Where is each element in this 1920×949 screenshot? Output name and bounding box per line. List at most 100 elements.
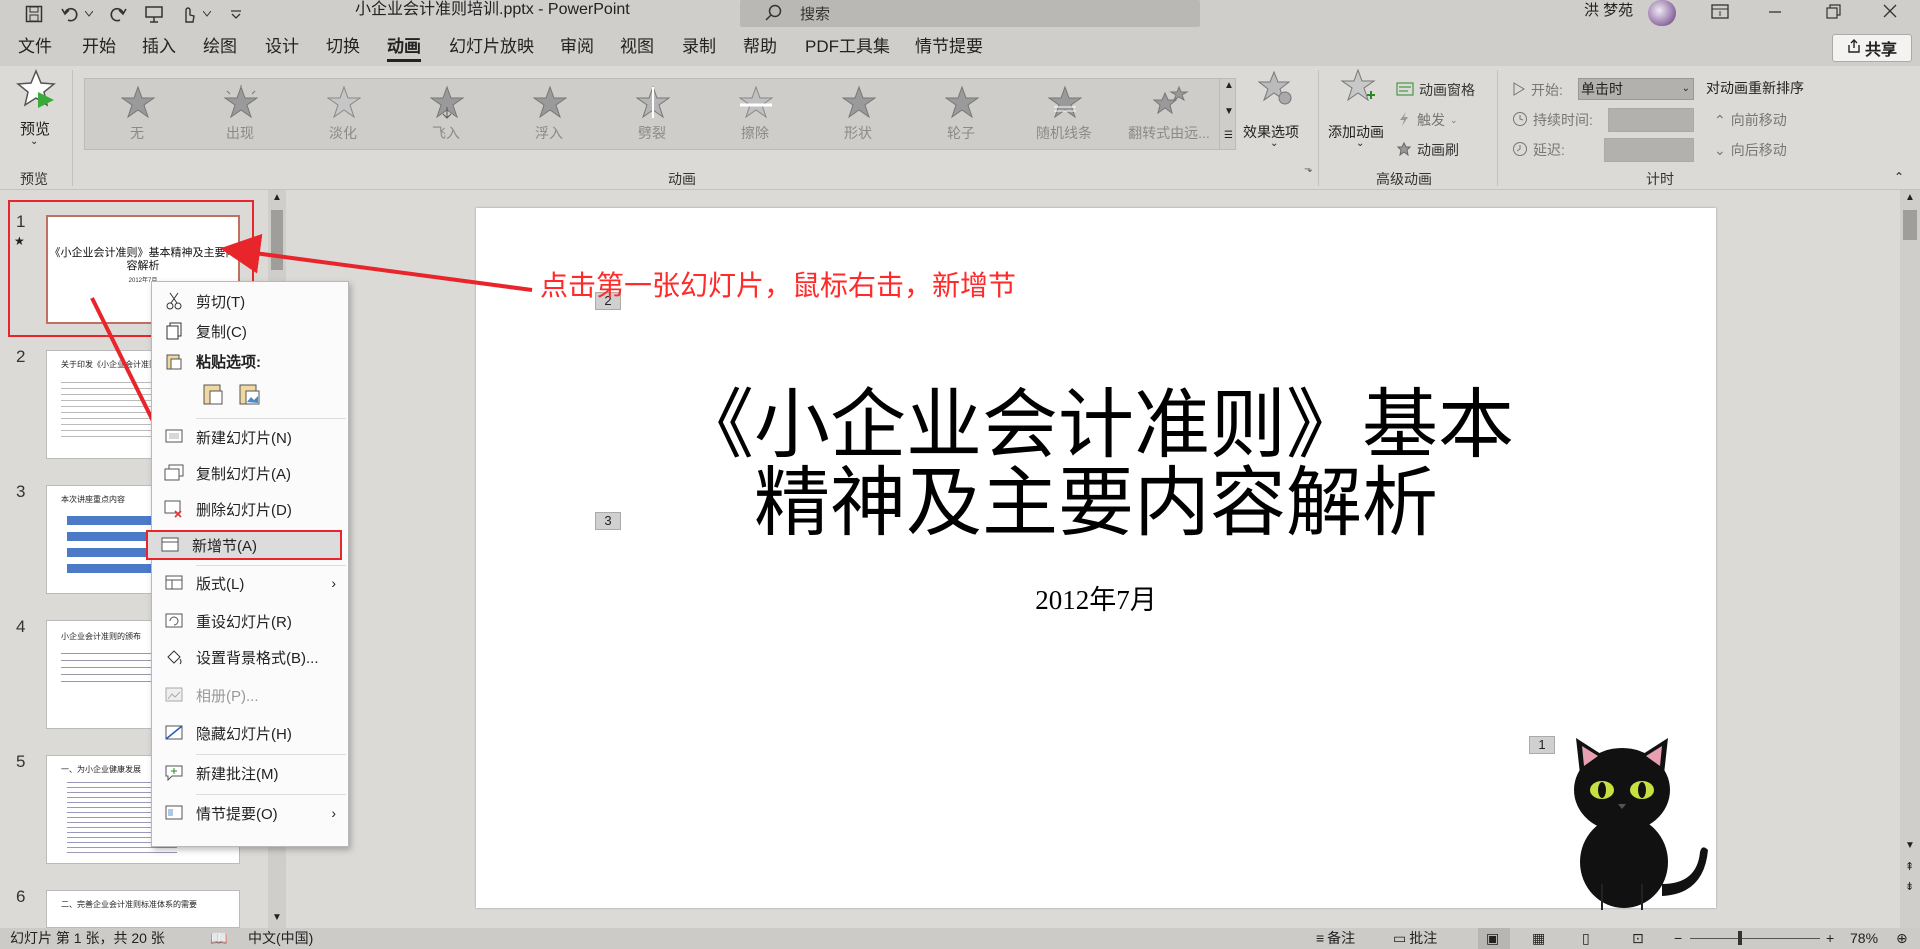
save-icon[interactable] <box>20 2 48 26</box>
slide-sorter-icon[interactable]: ▦ <box>1532 928 1545 949</box>
tab-storyboard[interactable]: 情节提要 <box>915 28 983 66</box>
zoom-slider[interactable] <box>1690 938 1820 939</box>
delete-slide-icon <box>152 500 196 518</box>
duration-spinner[interactable] <box>1608 108 1694 132</box>
menu-separator <box>196 794 346 795</box>
anim-grow-turn[interactable]: 翻转式由远... <box>1117 79 1221 147</box>
menu-photo-album[interactable]: 相册(P)... <box>152 680 348 710</box>
preview-button[interactable]: 预览 ⌄ <box>10 66 62 160</box>
menu-layout[interactable]: 版式(L) › <box>152 568 348 598</box>
spell-check-icon[interactable]: 📖 <box>210 928 227 949</box>
tab-help[interactable]: 帮助 <box>743 28 777 66</box>
paste-options-label: 粘贴选项: <box>196 353 261 371</box>
menu-hide-slide[interactable]: 隐藏幻灯片(H) <box>152 718 348 748</box>
tab-home[interactable]: 开始 <box>82 28 116 66</box>
tab-slideshow[interactable]: 幻灯片放映 <box>449 28 534 66</box>
zoom-out-icon[interactable]: − <box>1674 928 1682 949</box>
preview-star-icon <box>16 68 56 112</box>
menu-format-background-label: 设置背景格式(B)... <box>196 649 319 667</box>
anim-random-bars[interactable]: 随机线条 <box>1014 79 1114 147</box>
touch-mode-icon[interactable] <box>174 2 202 26</box>
menu-copy[interactable]: 复制(C) <box>152 316 348 346</box>
add-animation-button[interactable]: 添加动画 ⌄ <box>1326 68 1392 162</box>
delay-spinner[interactable] <box>1604 138 1694 162</box>
tab-view[interactable]: 视图 <box>620 28 654 66</box>
slideshow-icon[interactable]: ⊡ <box>1632 928 1644 949</box>
menu-duplicate-slide[interactable]: 复制幻灯片(A) <box>152 458 348 488</box>
paste-picture-icon[interactable] <box>238 382 262 410</box>
tab-animations[interactable]: 动画 <box>387 28 421 66</box>
customize-qat-icon[interactable] <box>222 2 250 26</box>
zoom-in-icon[interactable]: + <box>1826 928 1834 949</box>
zoom-slider-thumb[interactable] <box>1738 931 1742 945</box>
touch-dropdown-icon[interactable] <box>200 2 214 26</box>
menu-add-section[interactable]: 新增节(A) <box>146 530 342 560</box>
close-icon[interactable] <box>1880 3 1900 25</box>
start-select[interactable]: 单击时 ⌄ <box>1578 78 1694 100</box>
normal-view-button[interactable]: ▣ <box>1478 928 1510 949</box>
anim-float-in[interactable]: 浮入 <box>499 79 599 147</box>
trigger-button[interactable]: 触发 ⌄ <box>1396 110 1458 130</box>
menu-new-slide[interactable]: 新建幻灯片(N) <box>152 422 348 452</box>
clock-icon <box>1512 141 1528 160</box>
gallery-scroll[interactable]: ▲ ▼ ☰ <box>1219 78 1237 150</box>
effect-options-button[interactable]: 效果选项 ⌄ <box>1240 70 1310 162</box>
language[interactable]: 中文(中国) <box>248 928 313 949</box>
animation-painter-button[interactable]: 动画刷 <box>1396 140 1459 160</box>
share-button[interactable]: 共享 <box>1832 34 1912 62</box>
comment-icon <box>152 765 196 781</box>
ribbon-display-options-icon[interactable] <box>1710 3 1730 25</box>
avatar[interactable] <box>1648 0 1676 26</box>
tab-design[interactable]: 设计 <box>265 28 299 66</box>
menu-new-comment[interactable]: 新建批注(M) <box>152 758 348 788</box>
animation-pane-button[interactable]: 动画窗格 <box>1396 80 1475 100</box>
presentation-icon[interactable] <box>140 2 168 26</box>
restore-icon[interactable] <box>1823 3 1843 25</box>
gallery-up-icon[interactable]: ▲ <box>1224 80 1234 91</box>
tab-review[interactable]: 审阅 <box>560 28 594 66</box>
anim-appear[interactable]: 出现 <box>190 79 290 147</box>
tab-insert[interactable]: 插入 <box>142 28 176 66</box>
layout-icon <box>152 575 196 591</box>
menu-storyboard[interactable]: 情节提要(O) › <box>152 798 348 828</box>
undo-dropdown-icon[interactable] <box>82 2 96 26</box>
tab-record[interactable]: 录制 <box>682 28 716 66</box>
zoom-level[interactable]: 78% <box>1850 928 1878 949</box>
fit-to-window-icon[interactable]: ⊕ <box>1896 928 1908 949</box>
storyboard-icon <box>152 805 196 821</box>
undo-icon[interactable] <box>56 2 84 26</box>
menu-delete-slide[interactable]: 删除幻灯片(D) <box>152 494 348 524</box>
menu-format-background[interactable]: 设置背景格式(B)... <box>152 642 348 672</box>
gallery-down-icon[interactable]: ▼ <box>1224 106 1234 117</box>
anim-wipe[interactable]: 擦除 <box>705 79 805 147</box>
share-icon <box>1847 38 1861 58</box>
redo-icon[interactable] <box>104 2 132 26</box>
collapse-ribbon-icon[interactable]: ⌃ <box>1894 170 1904 184</box>
anim-fly-in[interactable]: 飞入 <box>396 79 496 147</box>
move-later-button[interactable]: ⌄ 向后移动 <box>1714 140 1787 160</box>
anim-split[interactable]: 劈裂 <box>602 79 702 147</box>
paste-keep-source-icon[interactable] <box>202 382 226 410</box>
tab-draw[interactable]: 绘图 <box>203 28 237 66</box>
hide-slide-icon <box>152 725 196 741</box>
gallery-more-icon[interactable]: ☰ <box>1224 130 1233 141</box>
menu-reset-slide[interactable]: 重设幻灯片(R) <box>152 606 348 636</box>
minimize-icon[interactable] <box>1765 3 1785 25</box>
tab-transitions[interactable]: 切换 <box>326 28 360 66</box>
anim-wheel[interactable]: 轮子 <box>911 79 1011 147</box>
dialog-launcher-icon[interactable]: ⬎ <box>1304 164 1312 175</box>
search-box[interactable]: 搜索 <box>740 0 1200 27</box>
anim-fade[interactable]: 淡化 <box>293 79 393 147</box>
user-name[interactable]: 洪 梦苑 <box>1584 0 1633 24</box>
comments-button[interactable]: ▭ 批注 <box>1393 928 1437 949</box>
notes-button[interactable]: ≡ 备注 <box>1316 928 1355 949</box>
chevron-right-icon: › <box>331 805 336 821</box>
anim-shape[interactable]: 形状 <box>808 79 908 147</box>
reading-view-icon[interactable]: ▯ <box>1582 928 1590 949</box>
tab-pdf-tools[interactable]: PDF工具集 <box>805 28 890 66</box>
anim-none[interactable]: 无 <box>87 79 187 147</box>
notes-label: 备注 <box>1327 930 1356 946</box>
move-earlier-button[interactable]: ⌃ 向前移动 <box>1714 110 1787 130</box>
menu-cut[interactable]: 剪切(T) <box>152 286 348 316</box>
tab-file[interactable]: 文件 <box>18 28 52 66</box>
